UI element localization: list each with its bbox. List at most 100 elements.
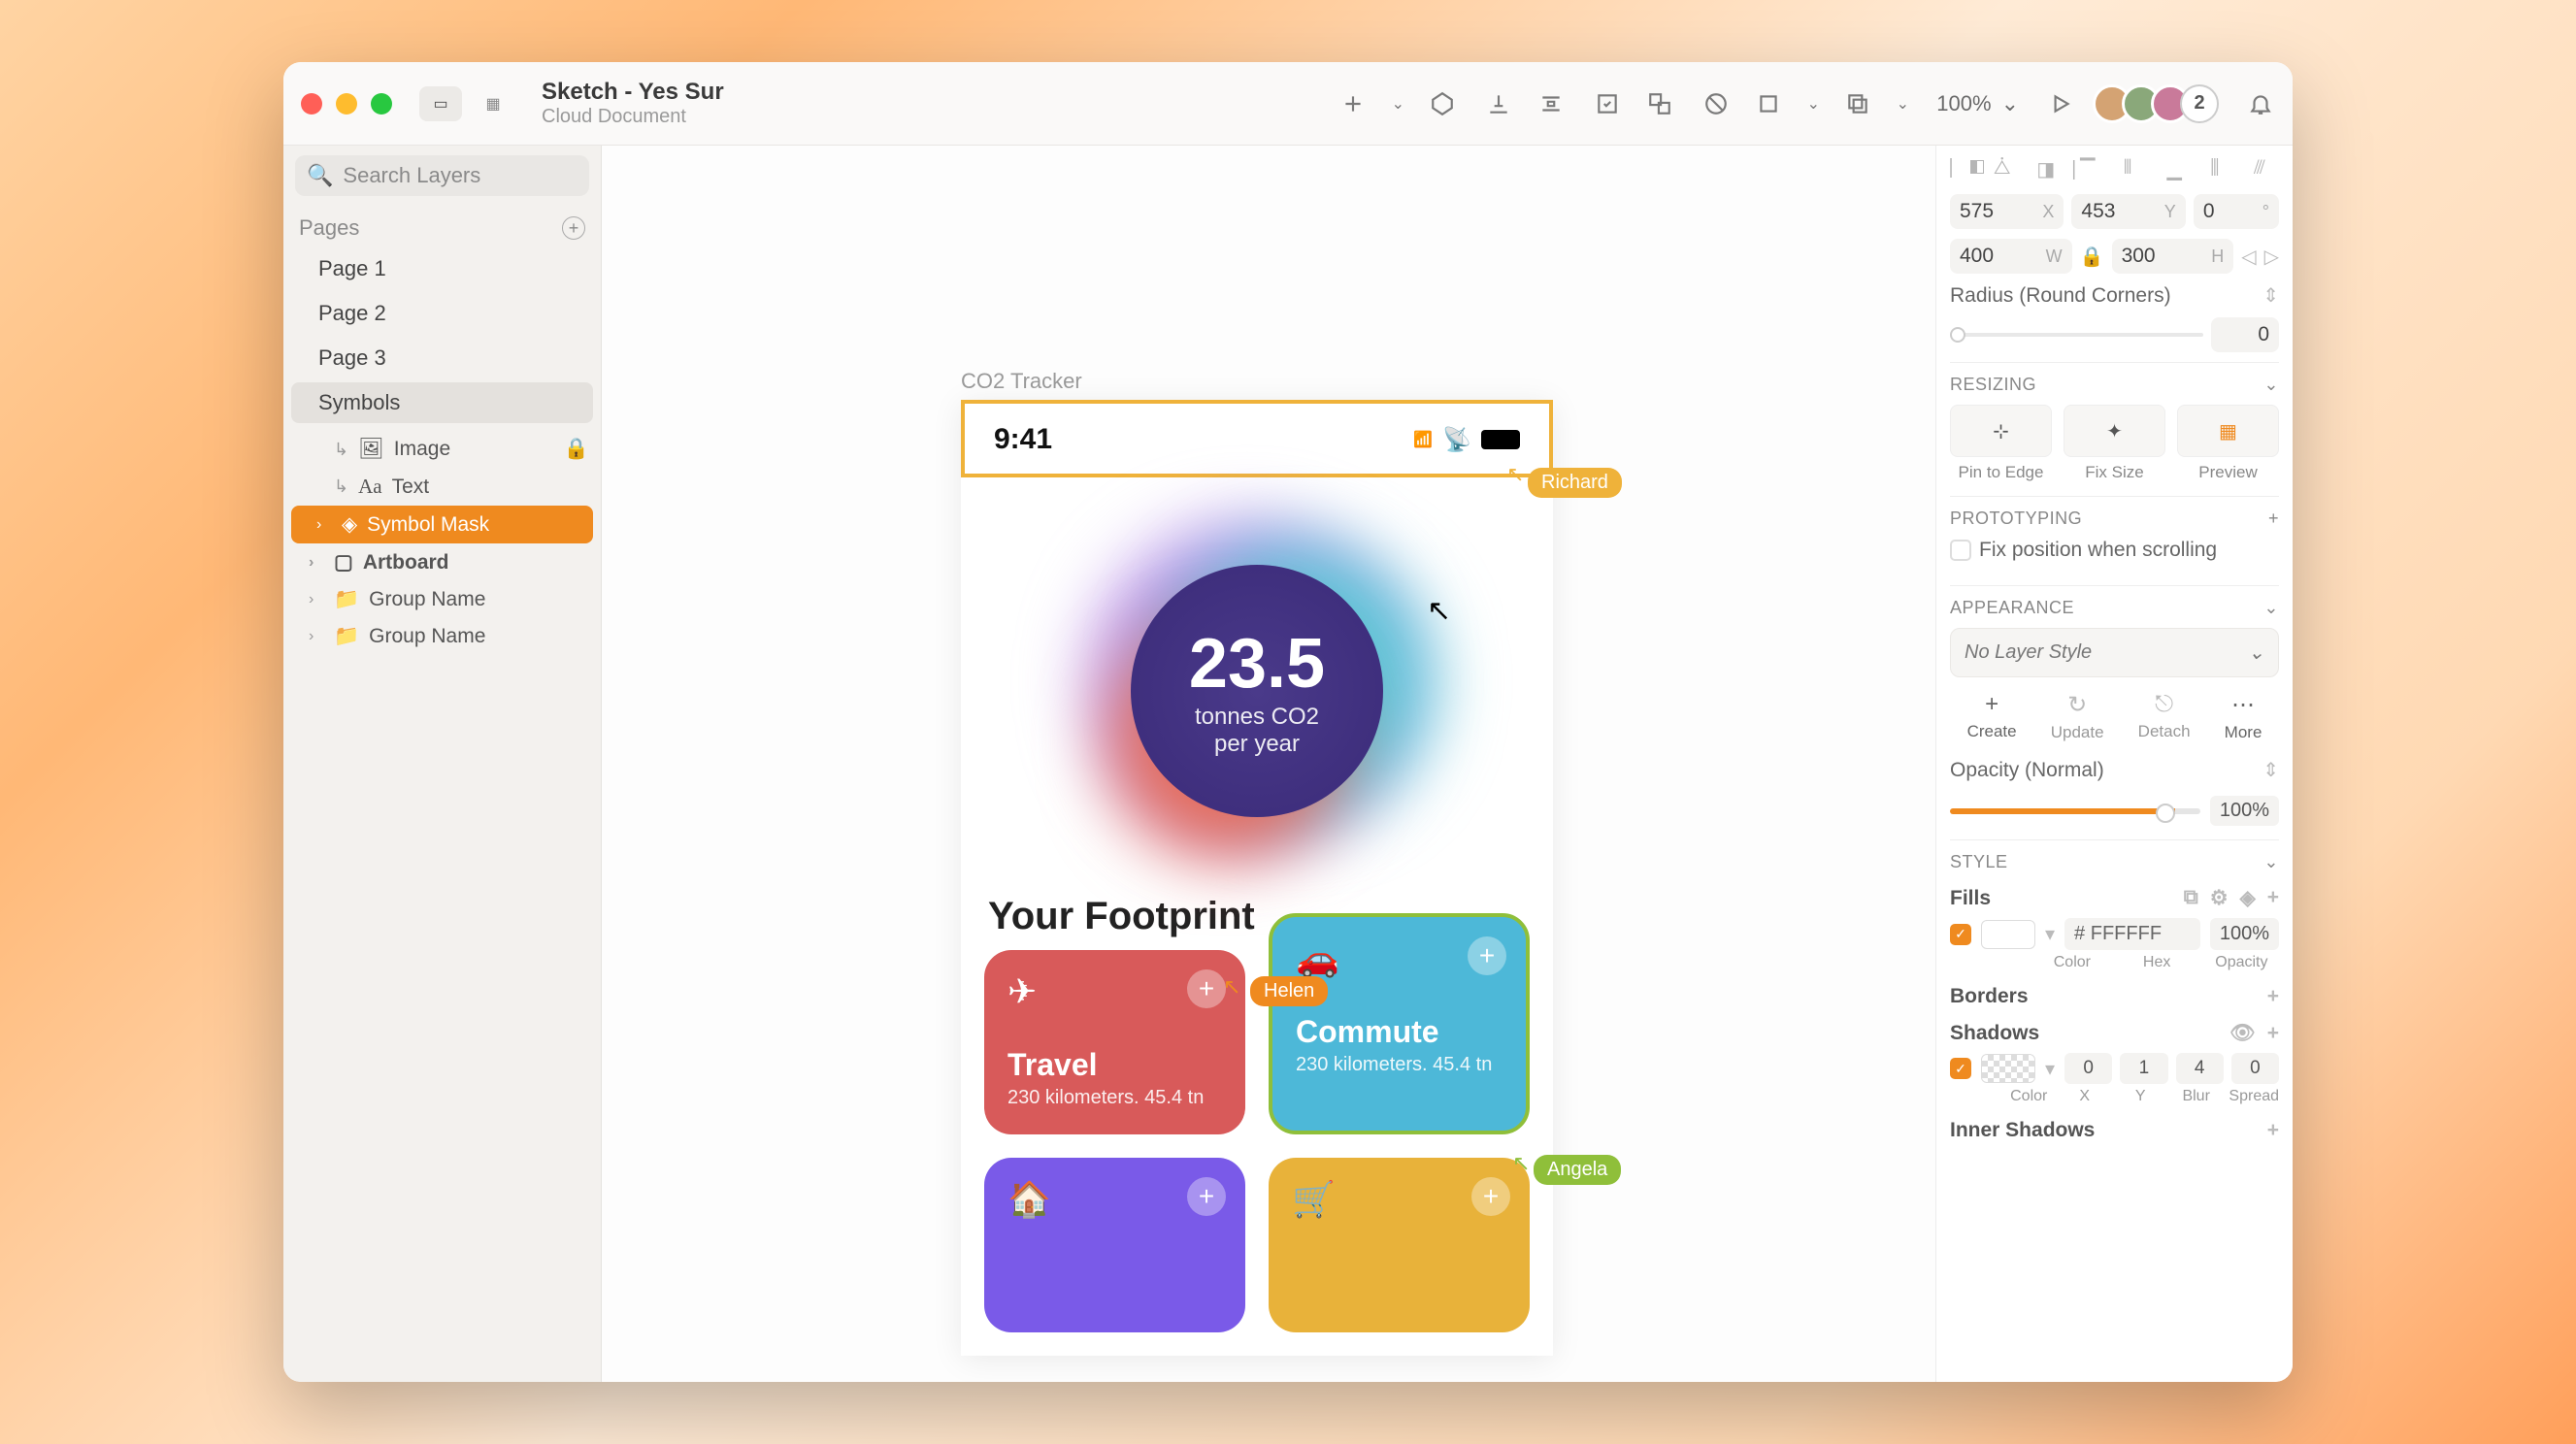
page-item[interactable]: Page 2 xyxy=(291,293,593,334)
shadow-type-icon[interactable]: ▾ xyxy=(2045,1057,2055,1081)
align-center-h-icon[interactable]: ⧊ xyxy=(1994,157,2019,182)
radius-slider[interactable] xyxy=(1950,333,2203,337)
scale-button[interactable] xyxy=(1754,89,1783,118)
library-icon[interactable]: ◈ xyxy=(2240,886,2256,910)
create-style-button[interactable]: +Create xyxy=(1967,691,2017,742)
opacity-stepper-icon[interactable]: ⇕ xyxy=(2262,758,2279,782)
visibility-icon[interactable]: 👁 xyxy=(2229,1022,2256,1045)
close-window-button[interactable] xyxy=(301,93,322,115)
fill-hex-field[interactable]: # FFFFFF xyxy=(2064,918,2200,950)
rotation-field[interactable]: 0° xyxy=(2194,194,2279,229)
shadow-x-field[interactable]: 0 xyxy=(2064,1053,2112,1084)
stack-icon[interactable]: ⧉ xyxy=(2184,886,2198,910)
shadow-y-field[interactable]: 1 xyxy=(2120,1053,2167,1084)
lock-aspect-icon[interactable]: 🔒 xyxy=(2080,245,2104,269)
insert-button[interactable] xyxy=(1338,89,1368,118)
detach-symbol-button[interactable] xyxy=(1645,89,1674,118)
more-style-button[interactable]: ⋯More xyxy=(2225,691,2262,742)
artboard[interactable]: 9:41 📶 📡 23.5 tonnes CO2 xyxy=(961,400,1553,1356)
card-commute-selected[interactable]: 🚗 + Commute 230 kilometers. 45.4 tn xyxy=(1269,913,1530,1134)
resize-preview[interactable]: ▦Preview xyxy=(2177,405,2279,482)
align-left-icon[interactable]: ⎸◧ xyxy=(1950,157,1975,182)
page-item-active[interactable]: Symbols xyxy=(291,382,593,423)
add-fill-icon[interactable]: + xyxy=(2267,886,2279,910)
artboard-label[interactable]: CO2 Tracker xyxy=(961,369,1082,394)
symbol-button[interactable] xyxy=(1428,89,1457,118)
add-icon[interactable]: + xyxy=(2268,509,2279,529)
align-right-icon[interactable]: ◨⎹ xyxy=(2036,157,2062,182)
align-top-icon[interactable]: ▔ xyxy=(2080,157,2105,182)
shadow-blur-field[interactable]: 4 xyxy=(2176,1053,2224,1084)
layer-item-group[interactable]: › 📁 Group Name xyxy=(283,618,601,655)
card-travel[interactable]: ✈ + Travel 230 kilometers. 45.4 tn xyxy=(984,950,1245,1134)
update-style-button[interactable]: ↻Update xyxy=(2051,691,2104,742)
fill-opacity-field[interactable]: 100% xyxy=(2210,918,2279,950)
detach-style-button[interactable]: ⎋Detach xyxy=(2138,691,2191,742)
add-icon[interactable]: + xyxy=(1187,969,1226,1008)
card-shopping[interactable]: 🛒 + xyxy=(1269,1158,1530,1332)
layer-item-symbol-mask[interactable]: › ◈ Symbol Mask xyxy=(291,506,593,543)
fix-size-control[interactable]: ✦Fix Size xyxy=(2064,405,2165,482)
add-shadow-icon[interactable]: + xyxy=(2267,1022,2279,1045)
create-symbol-button[interactable] xyxy=(1593,89,1622,118)
radius-field[interactable]: 0 xyxy=(2211,317,2279,352)
chevron-down-icon[interactable]: ⌄ xyxy=(2263,852,2279,872)
shadow-spread-field[interactable]: 0 xyxy=(2231,1053,2279,1084)
preview-play-button[interactable] xyxy=(2046,89,2075,118)
card-home[interactable]: 🏠 + xyxy=(984,1158,1245,1332)
mask-button[interactable] xyxy=(1701,89,1731,118)
union-dropdown-icon[interactable]: ⌄ xyxy=(1896,89,1909,118)
minimize-window-button[interactable] xyxy=(336,93,357,115)
page-item[interactable]: Page 3 xyxy=(291,338,593,378)
scale-dropdown-icon[interactable]: ⌄ xyxy=(1806,89,1820,118)
settings-icon[interactable]: ⚙ xyxy=(2210,886,2229,910)
height-field[interactable]: 300H xyxy=(2112,239,2234,274)
union-button[interactable] xyxy=(1843,89,1872,118)
status-bar-selected[interactable]: 9:41 📶 📡 xyxy=(961,400,1553,477)
pin-to-edge-control[interactable]: ⊹Pin to Edge xyxy=(1950,405,2052,482)
opacity-slider[interactable] xyxy=(1950,808,2200,814)
fix-scroll-checkbox[interactable] xyxy=(1950,540,1971,561)
x-field[interactable]: 575X xyxy=(1950,194,2064,229)
align-button[interactable] xyxy=(1484,89,1513,118)
distribute-h-icon[interactable]: ⫼ xyxy=(2210,157,2235,182)
chevron-down-icon[interactable]: ⌄ xyxy=(2263,598,2279,618)
zoom-control[interactable]: 100% ⌄ xyxy=(1936,91,2019,116)
chevron-down-icon[interactable]: ⌄ xyxy=(2263,375,2279,395)
collaborator-avatars[interactable]: 2 xyxy=(2102,84,2219,123)
notifications-button[interactable] xyxy=(2246,89,2275,118)
add-page-button[interactable]: + xyxy=(562,216,585,240)
avatar-overflow[interactable]: 2 xyxy=(2180,84,2219,123)
add-icon[interactable]: + xyxy=(1187,1177,1226,1216)
flip-h-icon[interactable]: ◁ xyxy=(2241,245,2256,269)
layer-style-dropdown[interactable]: No Layer Style⌄ xyxy=(1950,628,2279,677)
grid-view-icon[interactable]: ▦ xyxy=(472,86,514,121)
add-icon[interactable]: + xyxy=(1468,936,1506,975)
layer-item-text[interactable]: ↳ Aa Text xyxy=(283,468,601,506)
insert-dropdown-icon[interactable]: ⌄ xyxy=(1391,89,1404,118)
layer-item-group[interactable]: › 📁 Group Name xyxy=(283,581,601,618)
lock-icon[interactable]: 🔒 xyxy=(564,438,589,461)
shadow-enabled-checkbox[interactable]: ✓ xyxy=(1950,1058,1971,1079)
radius-stepper-icon[interactable]: ⇕ xyxy=(2262,283,2279,308)
fill-enabled-checkbox[interactable]: ✓ xyxy=(1950,924,1971,945)
layer-item-image[interactable]: ↳ 🖼 Image 🔒 xyxy=(283,431,601,468)
shadow-color-swatch[interactable] xyxy=(1981,1054,2035,1083)
add-inner-shadow-icon[interactable]: + xyxy=(2267,1119,2279,1142)
distribute-button[interactable] xyxy=(1536,89,1566,118)
sidebar-toggle-icon[interactable]: ▭ xyxy=(419,86,462,121)
maximize-window-button[interactable] xyxy=(371,93,392,115)
canvas[interactable]: CO2 Tracker 9:41 📶 📡 xyxy=(602,146,1935,1382)
layer-item-artboard[interactable]: › ▢ Artboard xyxy=(283,543,601,581)
width-field[interactable]: 400W xyxy=(1950,239,2072,274)
y-field[interactable]: 453Y xyxy=(2071,194,2185,229)
add-icon[interactable]: + xyxy=(1471,1177,1510,1216)
page-item[interactable]: Page 1 xyxy=(291,248,593,289)
fill-color-swatch[interactable] xyxy=(1981,920,2035,949)
add-border-icon[interactable]: + xyxy=(2267,985,2279,1008)
opacity-value[interactable]: 100% xyxy=(2210,796,2279,826)
flip-v-icon[interactable]: ▷ xyxy=(2264,245,2279,269)
fill-type-icon[interactable]: ▾ xyxy=(2045,922,2055,946)
align-bottom-icon[interactable]: ▁ xyxy=(2167,157,2193,182)
search-layers-input[interactable]: 🔍 Search Layers xyxy=(295,155,589,196)
